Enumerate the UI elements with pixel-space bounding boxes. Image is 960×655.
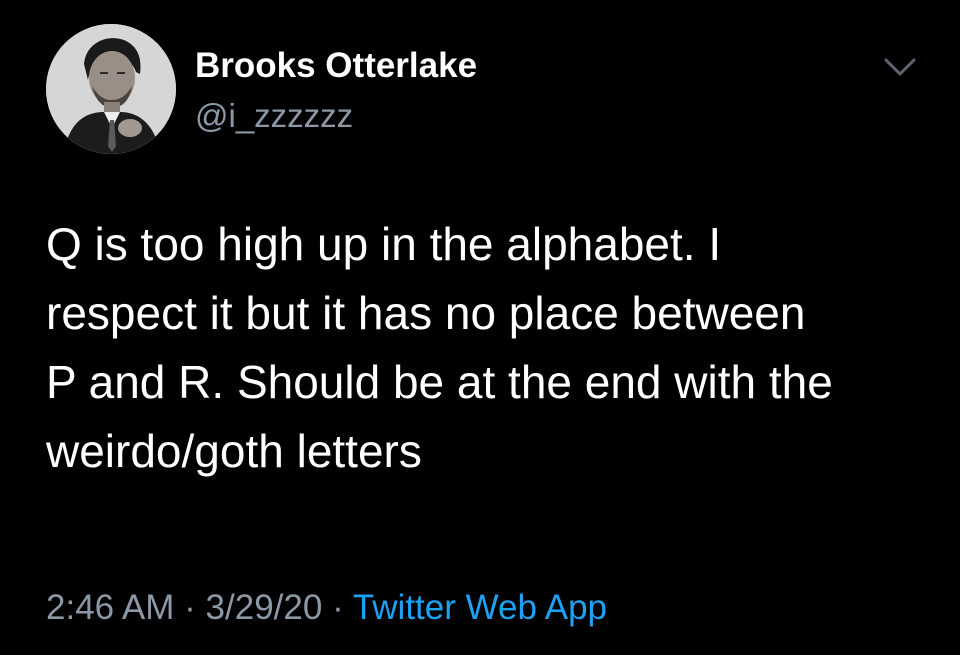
separator-dot: ·: [184, 588, 196, 627]
tweet-metadata: 2:46 AM · 3/29/20 · Twitter Web App: [46, 584, 607, 632]
avatar[interactable]: [46, 24, 176, 154]
tweet-menu-button[interactable]: [880, 52, 920, 82]
tweet-source-link[interactable]: Twitter Web App: [353, 588, 607, 627]
author-display-name[interactable]: Brooks Otterlake: [195, 44, 477, 88]
author-handle[interactable]: @i_zzzzzz: [195, 96, 353, 136]
tweet-text: Q is too high up in the alphabet. I resp…: [46, 218, 833, 477]
user-avatar-photo-icon: [46, 24, 176, 154]
tweet-date[interactable]: 3/29/20: [206, 588, 323, 627]
chevron-down-icon: [884, 58, 916, 76]
tweet-card: Brooks Otterlake @i_zzzzzz Q is too high…: [0, 0, 960, 655]
tweet-time[interactable]: 2:46 AM: [46, 588, 174, 627]
separator-dot: ·: [332, 588, 344, 627]
